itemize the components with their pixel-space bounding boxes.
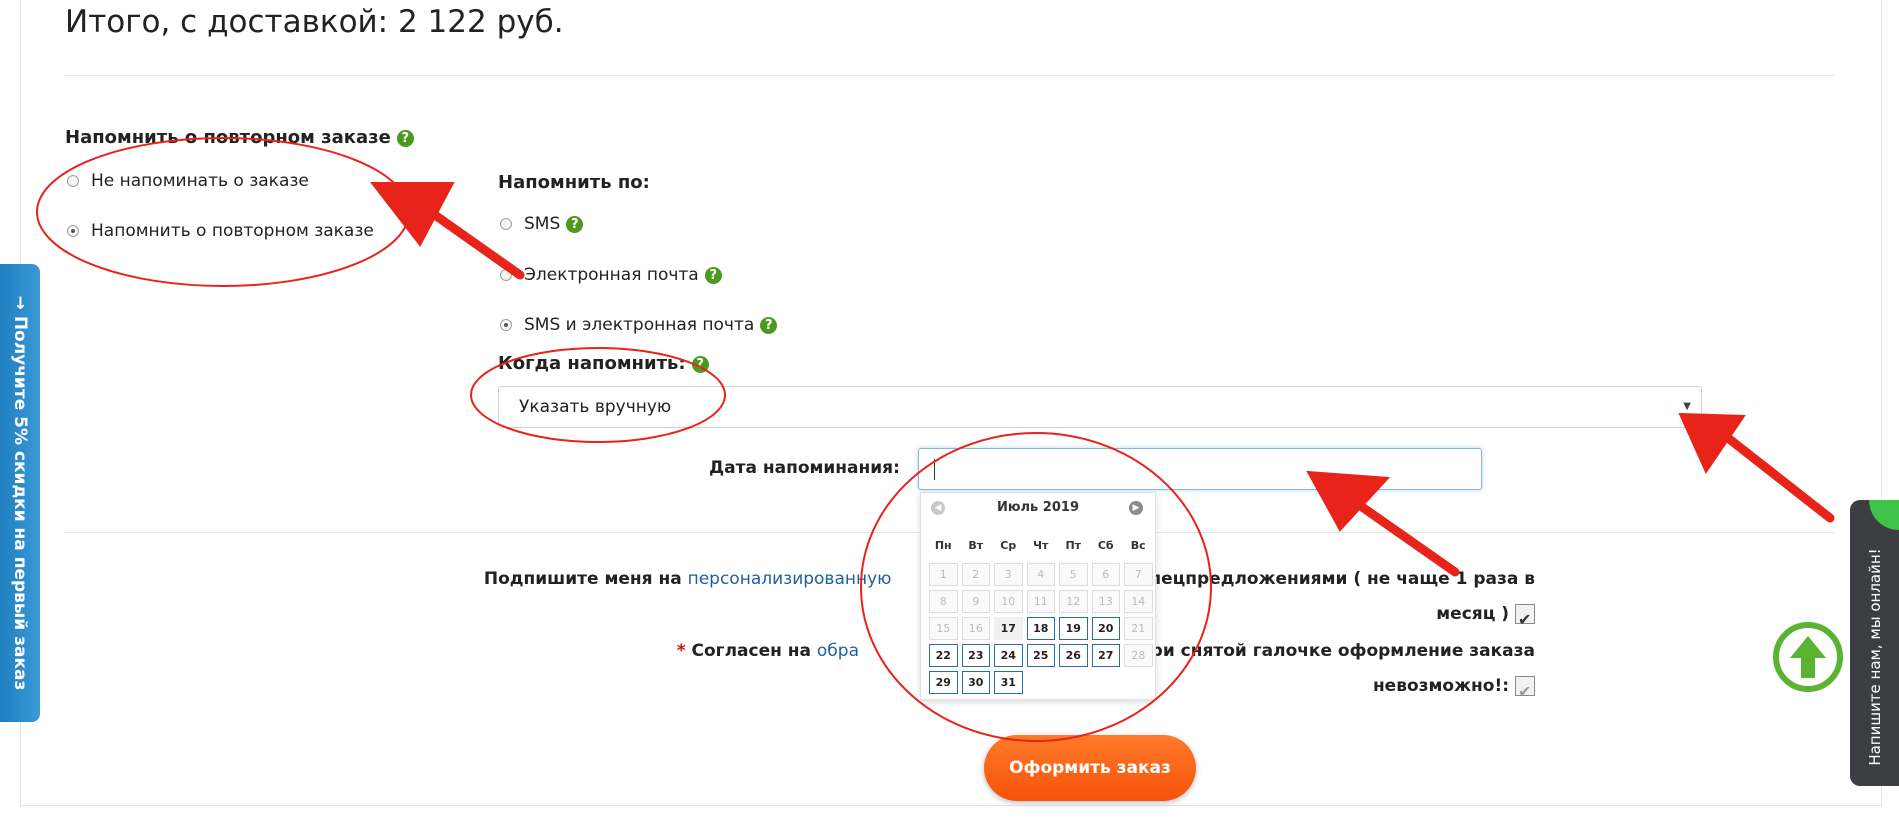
reminder-date-input[interactable] [918,448,1482,490]
arrow-up-icon [1790,636,1826,678]
calendar-grid: 1 2 3 4 5 6 7 8 9 10 11 12 13 14 15 16 17 18 19 20 21 22 23 24 2… [927,561,1155,696]
radio-label: Напомнить о повторном заказе [91,221,374,241]
scroll-up-button[interactable] [1773,622,1843,692]
chat-widget-text: Напишите нам, мы онлайн! [1865,548,1884,766]
calendar-blank [1027,671,1056,694]
calendar-day: 10 [994,590,1023,613]
radio-button[interactable] [500,319,512,331]
subscribe-line2: месяц ) [1436,604,1509,624]
help-icon[interactable]: ? [704,266,722,284]
help-icon[interactable]: ? [760,316,778,334]
radio-button[interactable] [67,175,79,187]
radio-button[interactable] [500,269,512,281]
calendar-day: 15 [929,617,958,640]
weekday-header: Пн Вт Ср Чт Пт Сб Вс [927,539,1155,552]
calendar-day[interactable]: 27 [1091,644,1120,667]
calendar-blank [1124,671,1153,694]
calendar-day: 6 [1091,563,1120,586]
date-label: Дата напоминания: [709,458,900,478]
calendar-day: 16 [961,617,990,640]
calendar-day: 4 [1026,563,1055,586]
weekday-label: Пн [934,539,952,552]
calendar-day[interactable]: 29 [929,671,958,694]
consent-line2: невозможно!: [1372,676,1509,696]
calendar-day[interactable]: 30 [961,671,990,694]
help-icon[interactable]: ? [396,129,414,147]
date-picker: ◀ Июль 2019 ▶ Пн Вт Ср Чт Пт Сб Вс 1 2 3 4 5 6 7 8 9 10… [920,492,1156,700]
subscribe-tail: и спецпредложениями ( не чаще 1 раза в [1121,569,1535,589]
next-month-icon[interactable]: ▶ [1129,501,1143,515]
calendar-day: 8 [929,590,958,613]
radio-label: SMS [524,214,561,234]
subscribe-checkbox[interactable] [1515,602,1535,637]
radio-remind-reorder[interactable]: Напомнить о повторном заказе [67,221,374,241]
calendar-day[interactable]: 26 [1059,644,1088,667]
remind-by-title: Напомнить по: [498,172,650,193]
chat-widget[interactable]: Напишите нам, мы онлайн! [1850,500,1899,786]
consent-link[interactable]: обра [817,641,859,661]
calendar-day: 1 [929,563,958,586]
weekday-label: Вс [1130,539,1146,552]
chevron-down-icon: ▼ [1683,401,1691,412]
calendar-day: 21 [1124,617,1153,640]
calendar-day[interactable]: 23 [961,644,990,667]
calendar-day: 2 [961,563,990,586]
reminder-title: Напомнить о повторном заказе? [65,127,414,148]
consent-checkbox[interactable] [1515,674,1535,709]
radio-label: Не напоминать о заказе [91,171,309,191]
radio-label: SMS и электронная почта [524,315,755,335]
consent-tail: . При снятой галочке оформление заказа [1124,641,1535,661]
reminder-title-text: Напомнить о повторном заказе [65,127,391,148]
weekday-label: Чт [1033,539,1049,552]
calendar-day[interactable]: 24 [994,644,1023,667]
calendar-day[interactable]: 25 [1026,644,1055,667]
radio-label: Электронная почта [524,265,699,285]
radio-email[interactable]: Электронная почта ? [500,265,722,285]
weekday-label: Пт [1065,539,1082,552]
calendar-blank [1059,671,1088,694]
help-icon[interactable]: ? [691,355,709,373]
calendar-day: 9 [961,590,990,613]
order-total: Итого, с доставкой: 2 122 руб. [65,4,564,40]
calendar-day[interactable]: 19 [1059,617,1088,640]
calendar-day: 12 [1059,590,1088,613]
when-select-value: Указать вручную [519,397,672,417]
calendar-day[interactable]: 18 [1026,617,1055,640]
subscribe-link[interactable]: персонализированную [688,569,892,589]
weekday-label: Ср [1000,539,1017,552]
promo-tab[interactable]: → Получите 5% скидки на первый заказ [0,264,40,722]
calendar-day: 7 [1124,563,1153,586]
weekday-label: Вт [968,539,984,552]
weekday-label: Сб [1097,539,1114,552]
required-star: * [676,641,686,661]
promo-tab-text: → Получите 5% скидки на первый заказ [10,295,30,691]
subscribe-pre: Подпишите меня на [483,569,688,589]
calendar-month: Июль 2019 [997,500,1079,515]
calendar-day: 5 [1059,563,1088,586]
calendar-day[interactable]: 31 [994,671,1023,694]
calendar-day: 14 [1124,590,1153,613]
calendar-day: 28 [1124,644,1153,667]
when-title: Когда напомнить:? [498,353,709,374]
consent-pre: Согласен на [685,641,817,661]
calendar-day: 3 [994,563,1023,586]
radio-sms-and-email[interactable]: SMS и электронная почта ? [500,315,778,335]
when-title-text: Когда напомнить: [498,353,686,374]
calendar-day[interactable]: 20 [1091,617,1120,640]
place-order-button[interactable]: Оформить заказ [984,735,1196,801]
help-icon[interactable]: ? [566,215,584,233]
calendar-blank [1092,671,1121,694]
calendar-day[interactable]: 17 [994,617,1023,640]
when-select[interactable]: Указать вручную ▼ [498,386,1702,428]
calendar-day: 13 [1091,590,1120,613]
radio-button[interactable] [67,225,79,237]
text-cursor [934,459,935,480]
calendar-day: 11 [1026,590,1055,613]
radio-sms[interactable]: SMS ? [500,214,584,234]
radio-button[interactable] [500,218,512,230]
divider [65,75,1835,76]
calendar-day[interactable]: 22 [929,644,958,667]
radio-no-reminder[interactable]: Не напоминать о заказе [67,171,309,191]
